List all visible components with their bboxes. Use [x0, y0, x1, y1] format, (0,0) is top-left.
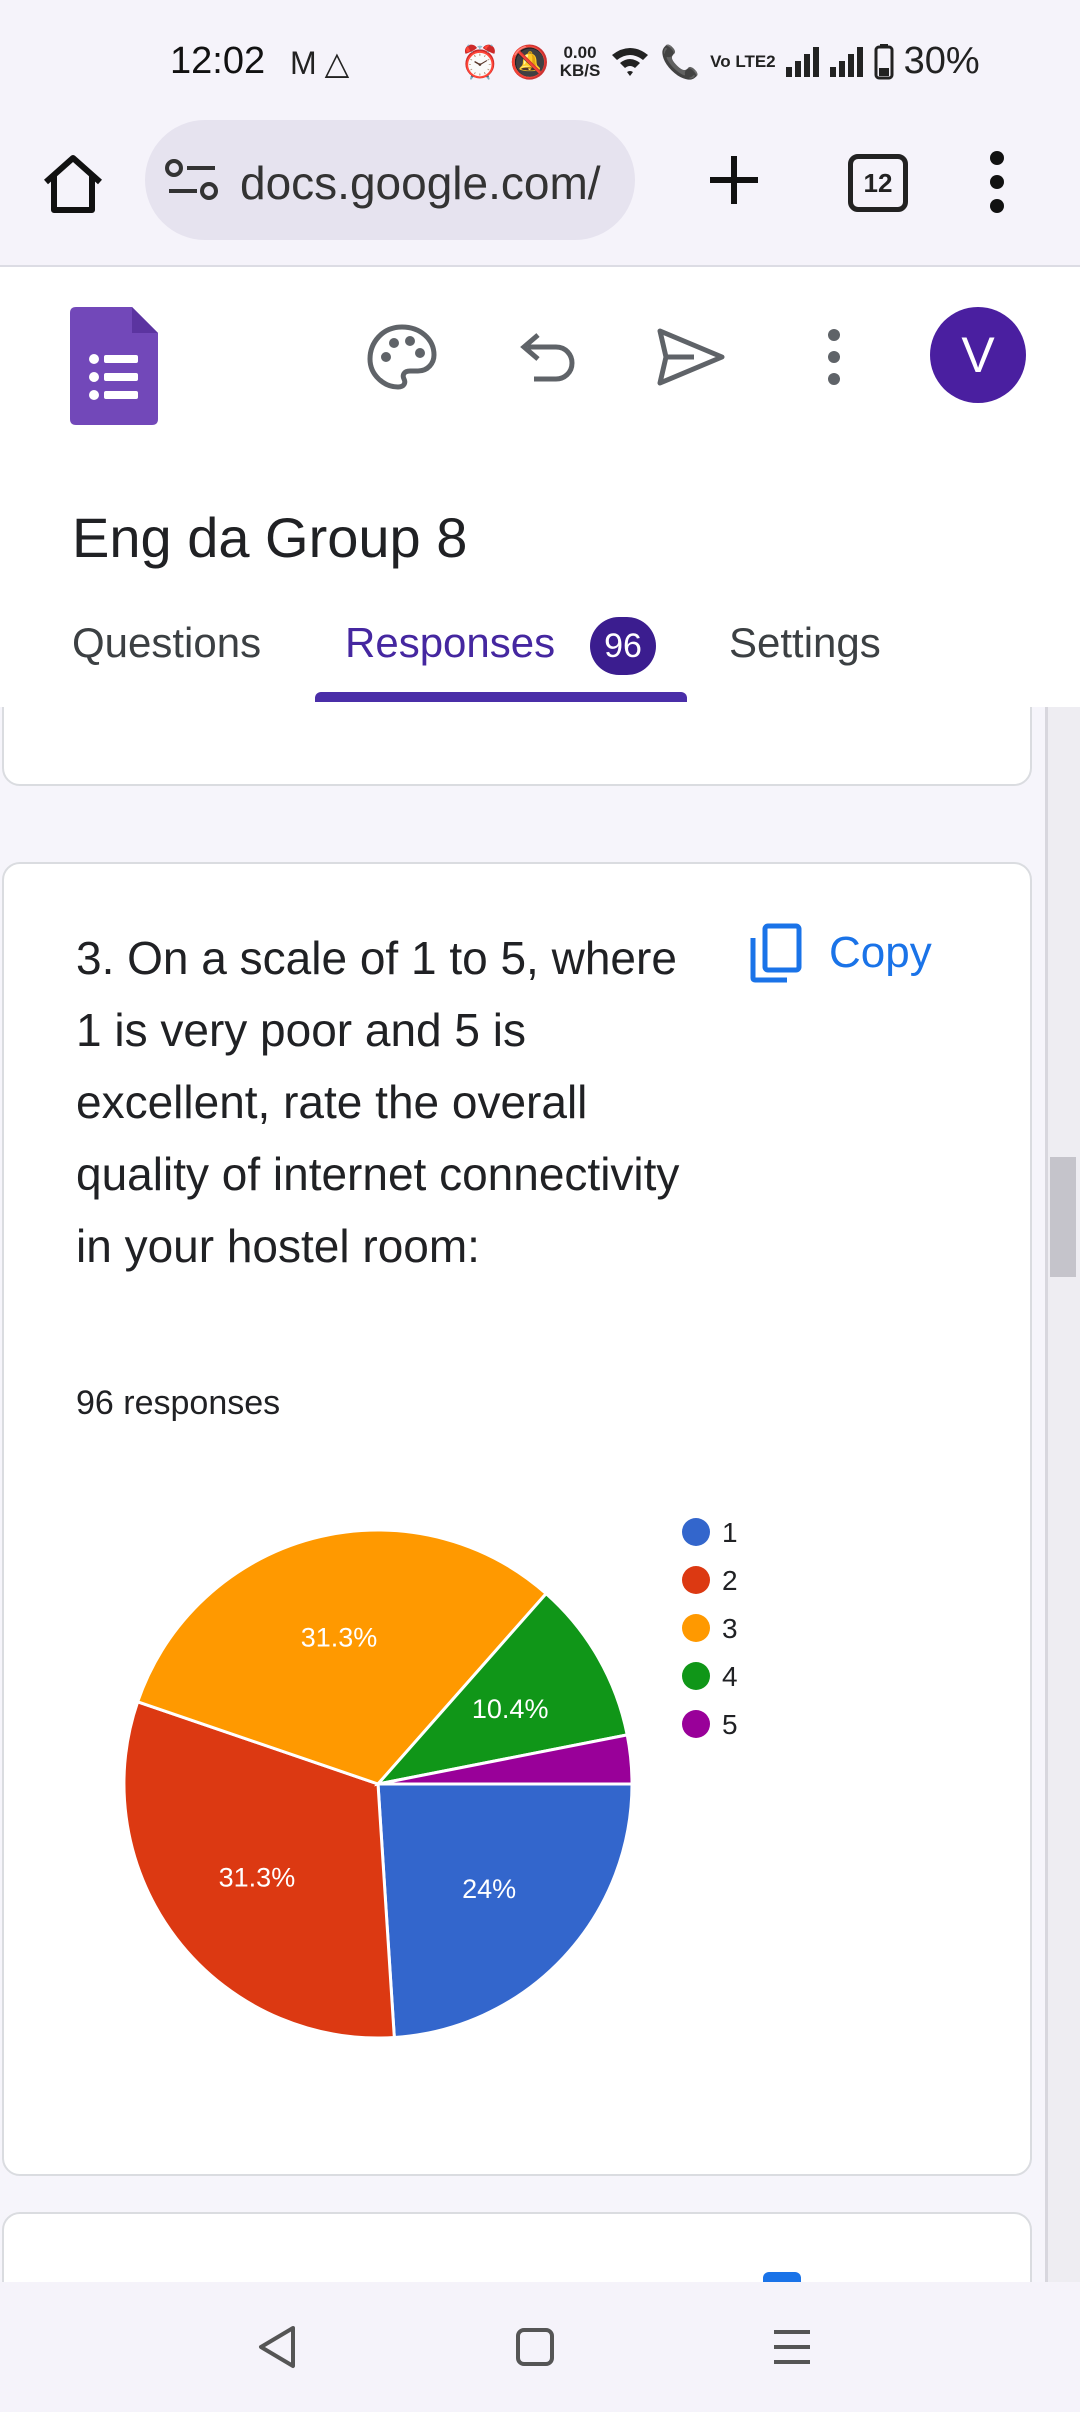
tab-responses[interactable]: Responses	[345, 619, 555, 667]
legend-label-3: 3	[722, 1613, 738, 1644]
back-icon[interactable]	[255, 2322, 299, 2372]
responses-count-badge: 96	[590, 617, 656, 675]
forms-header: V Eng da Group 8 Questions Responses 96 …	[0, 267, 1080, 707]
home-nav-icon[interactable]	[513, 2322, 557, 2372]
alarm-icon: ⏰	[460, 43, 500, 80]
status-notification-icons: M△	[290, 44, 357, 82]
mute-icon: 🔕	[509, 43, 550, 80]
more-vert-icon[interactable]	[794, 317, 874, 397]
signal-icon-1	[785, 46, 819, 77]
new-tab-icon[interactable]	[698, 144, 770, 216]
copy-icon	[750, 923, 802, 983]
url-bar[interactable]: docs.google.com/	[145, 120, 635, 240]
copy-chart-button[interactable]: Copy	[749, 922, 932, 984]
status-right-icons: ⏰ 🔕 0.00 KB/S 📞 Vo LTE2 30%	[460, 40, 980, 83]
net-speed: 0.00 KB/S	[559, 42, 601, 80]
more-vert-icon[interactable]	[975, 146, 1019, 218]
home-icon[interactable]	[38, 148, 108, 218]
system-nav-bar	[0, 2282, 1080, 2412]
next-card-copy-icon-edge	[763, 2272, 801, 2282]
legend-dot-4	[682, 1662, 710, 1690]
pie-slice-label-1: 24%	[462, 1874, 516, 1904]
active-tab-indicator	[315, 692, 687, 702]
scrollbar-track[interactable]	[1045, 707, 1080, 2282]
wifi-icon	[612, 47, 649, 76]
question-summary-card: 3. On a scale of 1 to 5, where 1 is very…	[2, 862, 1032, 2176]
scrollbar-thumb[interactable]	[1050, 1157, 1076, 1277]
gmail-icon: M	[290, 45, 325, 81]
pie-slice-label-3: 31.3%	[301, 1623, 378, 1653]
responses-content[interactable]: 3. On a scale of 1 to 5, where 1 is very…	[0, 707, 1080, 2282]
status-bar: 12:02 M△ ⏰ 🔕 0.00 KB/S 📞 Vo LTE2 30%	[0, 0, 1080, 120]
legend-dot-5	[682, 1710, 710, 1738]
form-title: Eng da Group 8	[72, 506, 468, 569]
legend-label-1: 1	[722, 1517, 738, 1548]
wifi-calling-icon: 📞	[660, 43, 701, 80]
legend-dot-1	[682, 1518, 710, 1546]
google-forms-logo-icon[interactable]	[70, 307, 158, 425]
legend-label-5: 5	[722, 1709, 738, 1740]
undo-icon[interactable]	[506, 317, 586, 397]
copy-label: Copy	[829, 928, 932, 977]
signal-icon-2	[829, 46, 863, 77]
site-settings-icon[interactable]	[165, 158, 221, 202]
drive-icon: △	[324, 45, 358, 81]
tab-questions[interactable]: Questions	[72, 619, 261, 667]
volte-label: Vo LTE2	[710, 51, 776, 71]
previous-question-card	[2, 707, 1032, 786]
recents-icon[interactable]	[770, 2322, 814, 2372]
response-count: 96 responses	[76, 1384, 281, 1422]
palette-icon[interactable]	[362, 317, 442, 397]
send-icon[interactable]	[650, 317, 730, 397]
legend-label-4: 4	[722, 1661, 738, 1692]
legend-dot-2	[682, 1566, 710, 1594]
url-text[interactable]: docs.google.com/	[240, 156, 620, 210]
pie-slice-label-2: 31.3%	[219, 1863, 296, 1893]
tab-switcher-button[interactable]: 12	[848, 154, 908, 212]
status-time: 12:02	[170, 40, 266, 82]
battery-level: 30%	[903, 40, 980, 82]
pie-slice-label-4: 10.4%	[472, 1694, 549, 1724]
legend-label-2: 2	[722, 1565, 738, 1596]
battery-icon	[874, 43, 894, 79]
pie-chart: 24% 31.3% 31.3% 10.4% 1 2 3 4 5	[122, 1517, 738, 2040]
avatar[interactable]: V	[930, 307, 1026, 403]
legend-dot-3	[682, 1614, 710, 1642]
pie-slice-1	[376, 1782, 634, 2040]
question-text: 3. On a scale of 1 to 5, where 1 is very…	[76, 932, 680, 1272]
tab-settings[interactable]: Settings	[729, 619, 881, 667]
browser-toolbar: docs.google.com/ 12	[0, 120, 1080, 267]
next-question-card	[2, 2212, 1032, 2282]
